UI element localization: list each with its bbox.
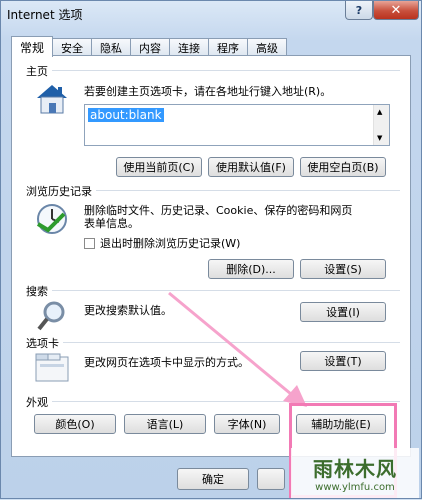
site-watermark: 雨林木风 www.ylmfu.com xyxy=(291,448,419,498)
internet-options-window: Internet 选项 ? ✕ 常规 安全 隐私 内容 连接 程序 高级 主页 … xyxy=(0,0,422,499)
watermark-main: 雨林木风 xyxy=(313,457,397,481)
watermark-url: www.ylmfu.com xyxy=(315,482,395,493)
tab-general[interactable]: 常规 xyxy=(11,36,54,57)
